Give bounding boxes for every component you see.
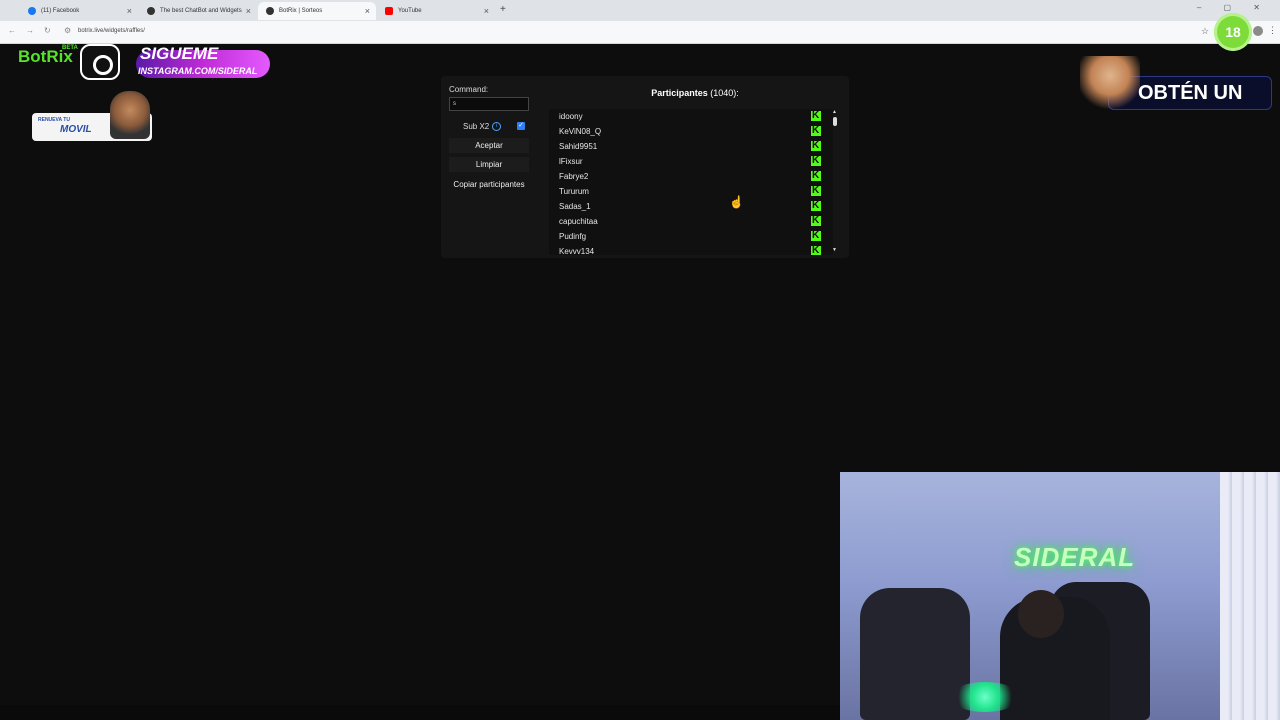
- scroll-thumb[interactable]: [833, 117, 837, 126]
- participant-row: capuchitaa: [549, 214, 833, 229]
- participant-name: Pudinfg: [559, 232, 587, 241]
- sub-x2-label: Sub X2: [463, 122, 490, 131]
- menu-icon[interactable]: ⋮: [1268, 25, 1277, 36]
- close-tab-icon[interactable]: ×: [484, 6, 489, 16]
- instagram-banner: SIGUEME INSTAGRAM.COM/SIDERAL: [80, 44, 270, 80]
- participant-row: Kevvv134: [549, 244, 833, 255]
- tab-botrix-sorteos[interactable]: BotRix | Sorteos ×: [258, 2, 376, 20]
- youtube-icon: [385, 7, 393, 15]
- neon-sign: SIDERAL: [1014, 542, 1136, 572]
- clear-button[interactable]: Limpiar: [449, 157, 529, 172]
- mascot-figure: [1080, 56, 1140, 112]
- kick-icon: [811, 230, 821, 241]
- copy-participants-button[interactable]: Copiar participantes: [449, 177, 529, 192]
- scroll-up-icon[interactable]: ▲: [832, 109, 837, 115]
- participant-name: capuchitaa: [559, 217, 598, 226]
- close-tab-icon[interactable]: ×: [246, 6, 251, 16]
- back-icon[interactable]: ←: [8, 26, 16, 35]
- participant-name: Sadas_1: [559, 202, 591, 211]
- participants-list[interactable]: idoony KeViN08_Q Sahid9951 lFixsur Fabrye2 Tu…: [549, 109, 833, 255]
- tab-facebook[interactable]: (11) Facebook ×: [20, 2, 138, 20]
- botrix-icon: [147, 7, 155, 15]
- tab-botrix-home[interactable]: The best ChatBot and Widgets ×: [139, 2, 257, 20]
- streamer-avatar: [110, 91, 150, 139]
- profile-avatar[interactable]: [1253, 26, 1263, 36]
- participant-name: Tururum: [559, 187, 589, 196]
- address-bar: ← → ↻ ⚙ botrix.live/widgets/raffles/ ☆ ⋮: [0, 21, 1280, 44]
- bottom-bar: [0, 705, 840, 720]
- kick-icon: [811, 245, 821, 255]
- participant-row: Pudinfg: [549, 229, 833, 244]
- participants-scrollbar[interactable]: ▲ ▼: [831, 109, 839, 255]
- participant-name: Kevvv134: [559, 247, 595, 255]
- kick-icon: [811, 155, 821, 166]
- info-icon[interactable]: i: [492, 122, 501, 131]
- participant-row: Fabrye2: [549, 169, 833, 184]
- kick-icon: [811, 110, 821, 121]
- sub-x2-checkbox[interactable]: ✓: [517, 122, 525, 130]
- kick-icon: [811, 185, 821, 196]
- webcam-feed: SIDERAL: [840, 472, 1280, 720]
- participant-name: lFixsur: [559, 157, 583, 166]
- botrix-icon: [266, 7, 274, 15]
- curtain: [1220, 472, 1280, 720]
- accept-button[interactable]: Aceptar: [449, 138, 529, 153]
- participant-name: Fabrye2: [559, 172, 589, 181]
- command-label: Command:: [449, 85, 489, 94]
- kick-icon: [811, 215, 821, 226]
- participant-row: KeViN08_Q: [549, 124, 833, 139]
- facebook-icon: [28, 7, 36, 15]
- beta-badge: BETA: [62, 45, 78, 51]
- tab-label: YouTube: [398, 8, 422, 14]
- participants-label: Participantes: [651, 88, 708, 98]
- mouse-cursor-icon: ☝: [729, 195, 744, 209]
- obten-banner: OBTÉN UN: [1080, 56, 1272, 112]
- close-tab-icon[interactable]: ×: [127, 6, 132, 16]
- tab-label: BotRix | Sorteos: [279, 8, 323, 14]
- new-tab-button[interactable]: +: [500, 4, 506, 15]
- window-controls[interactable]: – ▢ ✕: [1197, 3, 1270, 12]
- participant-row: Sahid9951: [549, 139, 833, 154]
- participant-name: KeViN08_Q: [559, 127, 602, 136]
- instagram-icon: [80, 44, 120, 80]
- sigueme-text: SIGUEME: [140, 44, 219, 63]
- movil-banner: RENUEVA TU MOVIL: [32, 91, 152, 141]
- age-rating-badge: 18: [1214, 13, 1252, 51]
- tab-youtube[interactable]: YouTube ×: [377, 2, 495, 20]
- tab-label: (11) Facebook: [41, 8, 80, 14]
- participant-name: Sahid9951: [559, 142, 598, 151]
- command-input[interactable]: s: [449, 97, 529, 111]
- participant-row: Sadas_1: [549, 199, 833, 214]
- bookmark-star-icon[interactable]: ☆: [1201, 26, 1209, 37]
- kick-icon: [811, 200, 821, 211]
- reload-icon[interactable]: ↻: [44, 26, 51, 35]
- close-tab-icon[interactable]: ×: [365, 6, 370, 16]
- kick-icon: [811, 170, 821, 181]
- instagram-url-text: INSTAGRAM.COM/SIDERAL: [138, 66, 258, 76]
- desk-light: [950, 682, 1020, 712]
- browser-tab-bar: (11) Facebook × The best ChatBot and Wid…: [0, 0, 1280, 21]
- participant-row: lFixsur: [549, 154, 833, 169]
- kick-icon: [811, 125, 821, 136]
- kick-icon: [811, 140, 821, 151]
- scroll-down-icon[interactable]: ▼: [832, 247, 837, 253]
- site-info-icon[interactable]: ⚙: [64, 26, 71, 35]
- participant-name: idoony: [559, 112, 583, 121]
- raffle-panel: Command: s Sub X2 i ✓ Aceptar Limpiar Co…: [441, 76, 849, 258]
- tab-label: The best ChatBot and Widgets: [160, 8, 242, 14]
- participant-row: Tururum: [549, 184, 833, 199]
- participant-row: idoony: [549, 109, 833, 124]
- participants-count: (1040):: [710, 88, 739, 98]
- participants-title: Participantes (1040):: [601, 88, 789, 98]
- renueva-text: RENUEVA TU: [38, 117, 70, 123]
- forward-icon[interactable]: →: [26, 26, 34, 35]
- streamer-head: [1018, 590, 1064, 638]
- obten-text: OBTÉN UN: [1138, 82, 1243, 104]
- movil-text: MOVIL: [60, 124, 92, 135]
- url-field[interactable]: botrix.live/widgets/raffles/: [78, 28, 145, 34]
